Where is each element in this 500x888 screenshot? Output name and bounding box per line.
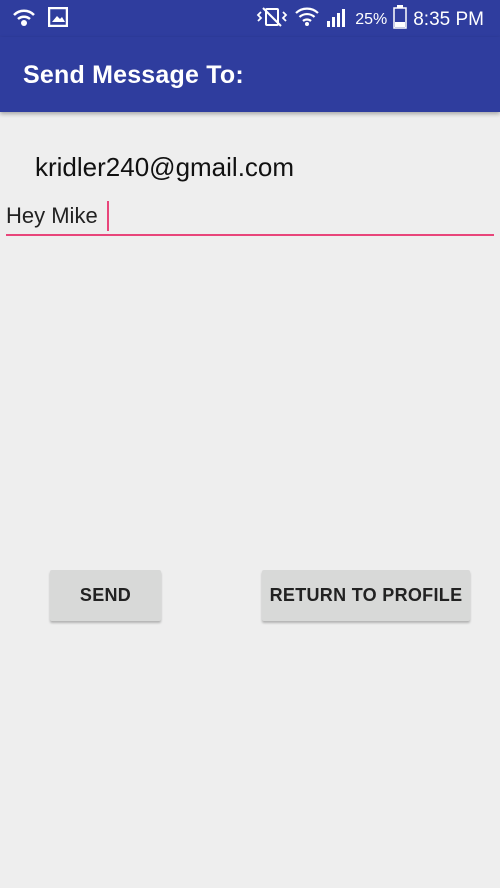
send-button[interactable]: SEND <box>50 570 161 621</box>
status-left-icons <box>12 6 69 34</box>
battery-percent: 25% <box>355 10 388 28</box>
wifi-call-icon <box>12 7 36 34</box>
clock: 8:35 PM <box>413 8 484 30</box>
status-right-icons: 25% 8:35 PM <box>255 5 484 34</box>
signal-icon <box>325 6 349 33</box>
text-cursor <box>107 201 109 231</box>
vibrate-icon <box>255 6 289 33</box>
battery-icon <box>393 5 407 34</box>
page-title: Send Message To: <box>23 61 244 89</box>
app-bar: Send Message To: <box>0 37 500 112</box>
wifi-icon <box>295 5 319 34</box>
return-to-profile-button[interactable]: RETURN TO PROFILE <box>262 570 470 621</box>
recipient-email: kridler240@gmail.com <box>35 152 295 182</box>
message-input[interactable] <box>6 198 494 236</box>
status-bar: 25% 8:35 PM <box>0 0 500 37</box>
image-icon <box>47 6 69 34</box>
